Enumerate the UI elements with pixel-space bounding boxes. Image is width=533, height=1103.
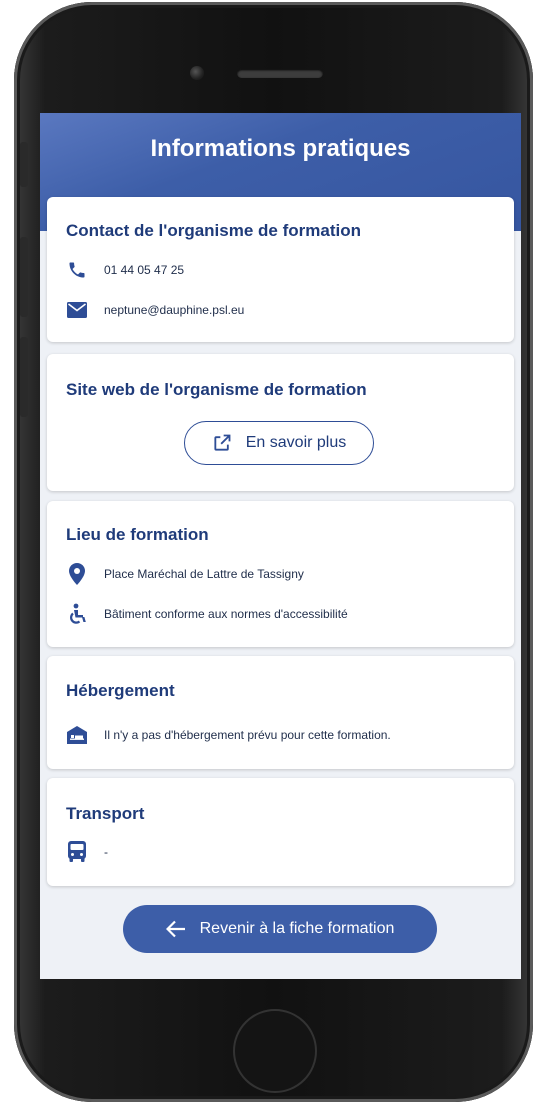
home-button[interactable] xyxy=(233,1009,317,1093)
learn-more-button[interactable]: En savoir plus xyxy=(184,421,374,465)
transport-row: - xyxy=(66,841,108,863)
accessibility-text: Bâtiment conforme aux normes d'accessibi… xyxy=(104,607,348,621)
accommodation-text: Il n'y a pas d'hébergement prévu pour ce… xyxy=(104,728,391,742)
transport-card: Transport - xyxy=(47,778,514,886)
arrow-left-icon xyxy=(165,920,186,938)
phone-number: 01 44 05 47 25 xyxy=(104,263,185,277)
accommodation-row: Il n'y a pas d'hébergement prévu pour ce… xyxy=(66,724,391,746)
external-link-icon xyxy=(212,433,232,453)
front-camera xyxy=(190,66,204,80)
learn-more-label: En savoir plus xyxy=(245,434,347,451)
phone-icon xyxy=(66,259,88,281)
wheelchair-icon xyxy=(66,603,88,625)
accommodation-card: Hébergement Il n'y a pas d'hébergement p… xyxy=(47,656,514,769)
mute-switch xyxy=(20,142,28,187)
volume-down-button xyxy=(20,337,28,417)
app-screen: Informations pratiques Contact de l'orga… xyxy=(40,113,521,979)
address-text: Place Maréchal de Lattre de Tassigny xyxy=(104,567,304,581)
back-button-label: Revenir à la fiche formation xyxy=(199,920,395,937)
hotel-icon xyxy=(66,724,88,746)
email-address: neptune@dauphine.psl.eu xyxy=(104,303,245,317)
page-title: Informations pratiques xyxy=(150,135,411,162)
accommodation-title: Hébergement xyxy=(66,681,175,700)
location-title: Lieu de formation xyxy=(66,525,209,544)
phone-row[interactable]: 01 44 05 47 25 xyxy=(66,259,184,281)
back-to-course-button[interactable]: Revenir à la fiche formation xyxy=(123,905,437,953)
bus-icon xyxy=(66,841,88,863)
email-row[interactable]: neptune@dauphine.psl.eu xyxy=(66,299,244,321)
address-row: Place Maréchal de Lattre de Tassigny xyxy=(66,563,304,585)
mail-icon xyxy=(66,299,88,321)
website-card: Site web de l'organisme de formation En … xyxy=(47,354,514,491)
contact-title: Contact de l'organisme de formation xyxy=(66,221,361,240)
contact-card: Contact de l'organisme de formation 01 4… xyxy=(47,197,514,342)
location-pin-icon xyxy=(66,563,88,585)
speaker-grille xyxy=(237,69,323,78)
location-card: Lieu de formation Place Maréchal de Latt… xyxy=(47,501,514,647)
transport-text: - xyxy=(104,845,108,859)
website-title: Site web de l'organisme de formation xyxy=(66,380,367,399)
accessibility-row: Bâtiment conforme aux normes d'accessibi… xyxy=(66,603,348,625)
transport-title: Transport xyxy=(66,804,145,823)
volume-up-button xyxy=(20,237,28,317)
